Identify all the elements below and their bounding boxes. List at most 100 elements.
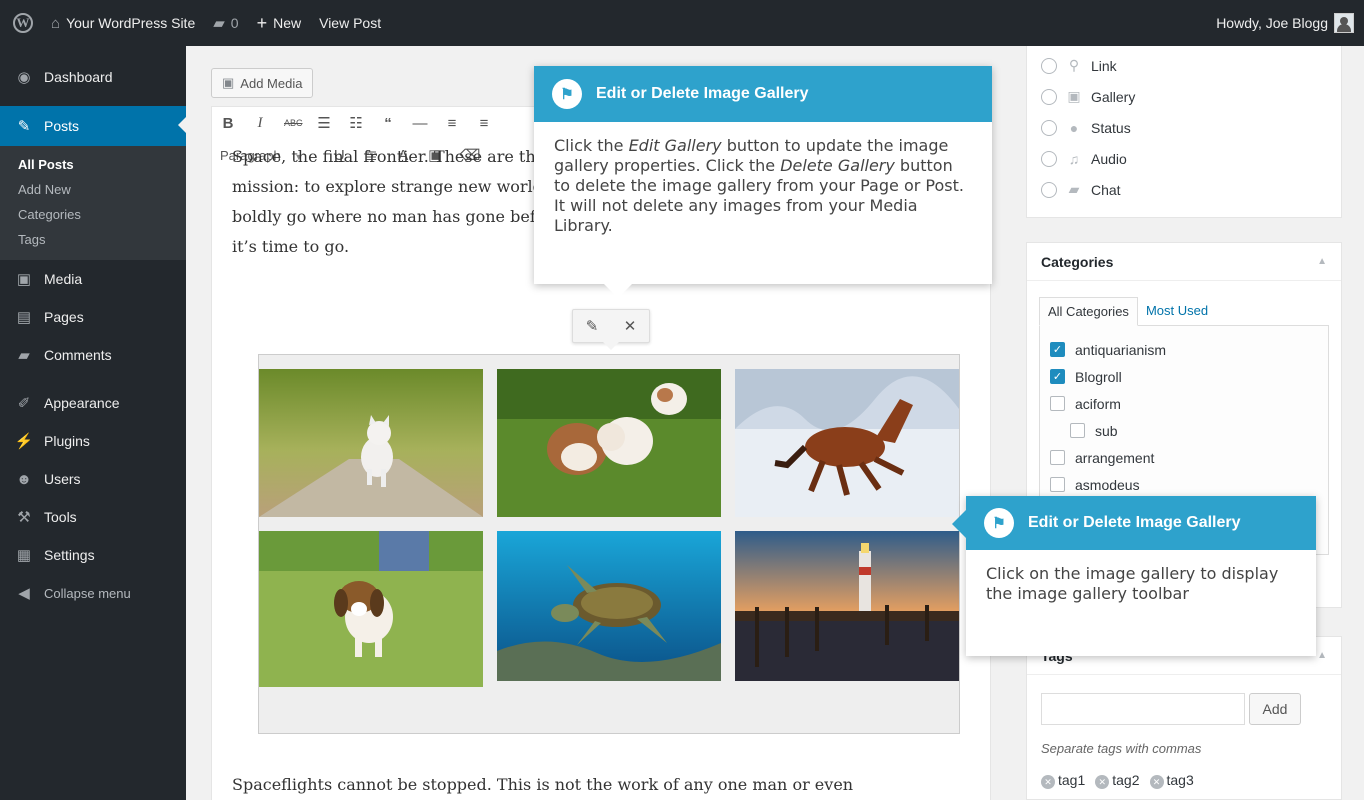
comments-link[interactable]: ▰ 0	[204, 0, 247, 46]
new-tag-input[interactable]	[1041, 693, 1245, 725]
tooltip-title: Edit or Delete Image Gallery	[1028, 514, 1241, 531]
submenu-tags[interactable]: Tags	[0, 227, 186, 252]
tag-label: tag3	[1166, 772, 1194, 788]
menu-item-pages[interactable]: ▤ Pages	[0, 298, 186, 336]
checkbox[interactable]	[1050, 450, 1065, 465]
tag-label: tag1	[1058, 772, 1086, 788]
menu-item-tools[interactable]: ⚒ Tools	[0, 498, 186, 536]
format-label: Status	[1091, 119, 1131, 136]
gallery-image-horse-in-snow[interactable]	[735, 369, 959, 517]
italic-icon[interactable]: I	[252, 115, 268, 132]
bold-icon[interactable]: B	[220, 115, 236, 132]
menu-item-appearance[interactable]: ✐ Appearance	[0, 384, 186, 422]
status-bubble-icon: ●	[1069, 119, 1079, 136]
category-item[interactable]: ✓ antiquarianism	[1050, 336, 1318, 363]
format-option-gallery[interactable]: ▣ Gallery	[1027, 81, 1341, 112]
checkbox[interactable]	[1070, 423, 1085, 438]
align-center-icon[interactable]: ≡	[476, 115, 492, 132]
radio-button[interactable]	[1041, 150, 1057, 167]
format-option-link[interactable]: ⚲ Link	[1027, 50, 1341, 81]
format-option-audio[interactable]: ♫ Audio	[1027, 143, 1341, 174]
gallery-image-lighthouse-pier[interactable]	[735, 531, 959, 681]
remove-tag-icon[interactable]: ✕	[1095, 775, 1110, 789]
user-account-menu[interactable]: Howdy, Joe Blogg	[1207, 0, 1364, 46]
pushpin-icon: ✎	[17, 118, 31, 135]
category-item[interactable]: asmodeus	[1050, 471, 1318, 498]
tooltip-title: Edit or Delete Image Gallery	[596, 85, 809, 102]
collapse-menu-button[interactable]: ◀ Collapse menu	[0, 574, 186, 612]
radio-button[interactable]	[1041, 88, 1057, 105]
menu-item-plugins[interactable]: ⚡ Plugins	[0, 422, 186, 460]
tag-item: ✕ tag1	[1041, 772, 1085, 789]
add-media-button[interactable]: ▣ Add Media	[211, 68, 314, 98]
radio-button[interactable]	[1041, 57, 1057, 74]
categories-title[interactable]: Categories ▲	[1027, 243, 1341, 281]
link-icon: ⚲	[1068, 57, 1080, 73]
category-item[interactable]: aciform	[1050, 390, 1318, 417]
post-content-paragraph-2[interactable]: Spaceflights cannot be stopped. This is …	[232, 770, 972, 800]
gallery-toolbar: ✎ ✕	[572, 309, 650, 350]
checkbox[interactable]	[1050, 396, 1065, 411]
submenu-categories[interactable]: Categories	[0, 202, 186, 227]
align-left-icon[interactable]: ≡	[444, 115, 460, 132]
new-label: New	[273, 15, 302, 31]
menu-item-media[interactable]: ▣ Media	[0, 260, 186, 298]
radio-button[interactable]	[1041, 181, 1057, 198]
category-item[interactable]: ✓ Blogroll	[1050, 363, 1318, 390]
tooltip-text-emphasis: Delete Gallery	[780, 156, 895, 175]
menu-label: Users	[44, 471, 81, 487]
collapse-arrow-icon[interactable]: ▲	[1317, 650, 1327, 661]
strikethrough-icon[interactable]: ABC	[284, 118, 303, 128]
menu-item-comments[interactable]: ▰ Comments	[0, 336, 186, 374]
menu-item-users[interactable]: ☻ Users	[0, 460, 186, 498]
checkbox[interactable]	[1050, 477, 1065, 492]
wordpress-logo-button[interactable]: W	[0, 0, 42, 46]
category-item[interactable]: sub	[1050, 417, 1318, 444]
blockquote-icon[interactable]: “	[380, 115, 396, 132]
tab-all-categories[interactable]: All Categories	[1039, 297, 1138, 326]
gallery-image-bulldog-puppies[interactable]	[497, 369, 721, 517]
menu-label: Posts	[44, 118, 80, 134]
submenu-all-posts[interactable]: All Posts	[0, 152, 186, 177]
tooltip-body: Click on the image gallery to display th…	[986, 564, 1279, 603]
gallery-image-kitten[interactable]	[259, 369, 483, 517]
checkbox-checked[interactable]: ✓	[1050, 342, 1065, 357]
format-option-status[interactable]: ● Status	[1027, 112, 1341, 143]
view-post-link[interactable]: View Post	[310, 0, 390, 46]
horizontal-line-icon[interactable]: —	[412, 115, 428, 132]
category-item[interactable]: arrangement	[1050, 444, 1318, 471]
format-option-chat[interactable]: ▰ Chat	[1027, 174, 1341, 205]
gallery-image-beagle-puppy[interactable]	[259, 531, 483, 687]
howdy-label: Howdy, Joe Blogg	[1216, 15, 1328, 31]
image-gallery[interactable]	[258, 354, 960, 734]
menu-item-dashboard[interactable]: ◉ Dashboard	[0, 58, 186, 96]
menu-item-posts[interactable]: ✎ Posts	[0, 106, 186, 146]
wordpress-icon: W	[13, 13, 33, 33]
menu-label: Comments	[44, 347, 112, 363]
remove-tag-icon[interactable]: ✕	[1149, 775, 1164, 789]
music-note-icon: ♫	[1068, 150, 1080, 167]
dashboard-icon: ◉	[17, 69, 31, 86]
new-content-link[interactable]: + New	[248, 0, 311, 46]
gallery-image-sea-turtle[interactable]	[497, 531, 721, 681]
category-label: aciform	[1075, 395, 1121, 412]
view-post-label: View Post	[319, 15, 382, 31]
tooltip-text-emphasis: Edit Gallery	[628, 136, 722, 155]
media-icon: ▣	[16, 271, 32, 288]
site-name-link[interactable]: ⌂ Your WordPress Site	[42, 0, 204, 46]
remove-tag-icon[interactable]: ✕	[1041, 775, 1055, 789]
tab-most-used[interactable]: Most Used	[1138, 297, 1216, 326]
collapse-arrow-icon[interactable]: ▲	[1317, 256, 1327, 267]
checkbox-checked[interactable]: ✓	[1050, 369, 1065, 384]
radio-button[interactable]	[1041, 119, 1057, 136]
numbered-list-icon[interactable]: ☷	[348, 114, 364, 132]
menu-item-settings[interactable]: ▦ Settings	[0, 536, 186, 574]
add-tag-button[interactable]: Add	[1249, 693, 1301, 725]
site-name-label: Your WordPress Site	[66, 15, 196, 31]
edit-gallery-pencil-icon[interactable]: ✎	[586, 317, 599, 335]
delete-gallery-close-icon[interactable]: ✕	[624, 317, 637, 335]
bullet-list-icon[interactable]: ☰	[316, 114, 332, 132]
submenu-add-new[interactable]: Add New	[0, 177, 186, 202]
format-label: Chat	[1091, 181, 1121, 198]
gallery-icon: ▣	[1067, 88, 1081, 104]
